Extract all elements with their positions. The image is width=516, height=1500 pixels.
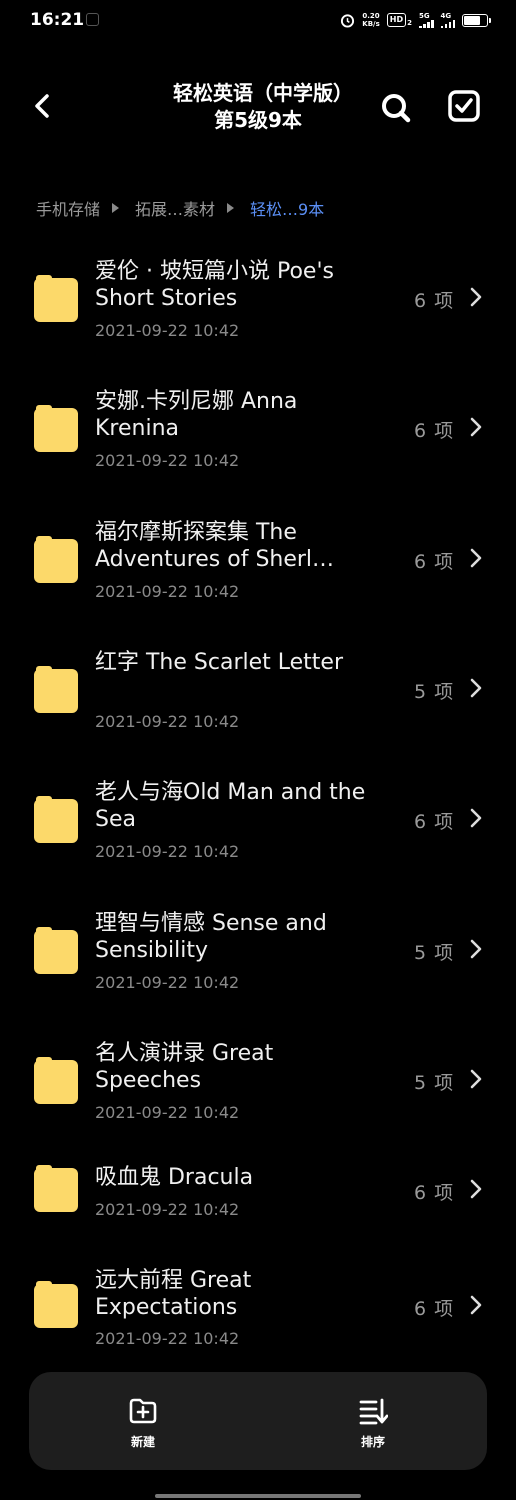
folder-row[interactable]: 远大前程 Great Expectations 2021-09-22 10:42… — [0, 1264, 516, 1376]
breadcrumb-separator-icon — [112, 203, 120, 213]
signal-bars-icon — [419, 20, 434, 28]
breadcrumb-item-current[interactable]: 轻松…9本 — [250, 196, 324, 220]
chevron-right-icon — [470, 417, 482, 437]
chevron-right-icon — [470, 939, 482, 959]
folder-date: 2021-09-22 10:42 — [95, 1103, 240, 1122]
page-title: 轻松英语（中学版）第5级9本 — [173, 81, 343, 132]
folder-icon — [34, 405, 78, 452]
folder-row[interactable]: 理智与情感 Sense and Sensibility 2021-09-22 1… — [0, 900, 516, 1012]
status-bar: 16:21 0.20 KB/s HD 2 5G 4G — [0, 0, 516, 42]
folder-item-count: 6 项 — [414, 1182, 455, 1204]
chevron-right-icon — [470, 1295, 482, 1315]
folder-date: 2021-09-22 10:42 — [95, 1329, 240, 1348]
folder-item-count: 6 项 — [414, 1298, 455, 1320]
signal-bars-icon — [440, 20, 455, 28]
status-time: 16:21 — [30, 10, 85, 30]
folder-row[interactable]: 吸血鬼 Dracula 2021-09-22 10:42 6 项 — [0, 1160, 516, 1250]
folder-row[interactable]: 安娜.卡列尼娜 Anna Krenina 2021-09-22 10:42 6 … — [0, 378, 516, 490]
signal-5g-label: 5G — [419, 12, 430, 20]
folder-item-count: 6 项 — [414, 290, 455, 312]
battery-icon — [462, 13, 491, 27]
breadcrumb-item-expansion[interactable]: 拓展…素材 — [135, 196, 215, 220]
signal-5g: 5G — [419, 12, 434, 28]
folder-date: 2021-09-22 10:42 — [95, 321, 240, 340]
folder-icon — [34, 796, 78, 843]
new-folder-button[interactable]: 新建 — [83, 1372, 203, 1470]
folder-date: 2021-09-22 10:42 — [95, 451, 240, 470]
folder-icon — [34, 666, 78, 713]
folder-date: 2021-09-22 10:42 — [95, 842, 240, 861]
sort-icon — [359, 1398, 388, 1425]
chevron-right-icon — [470, 1179, 482, 1199]
chevron-right-icon — [470, 808, 482, 828]
net-speed-unit: KB/s — [362, 20, 380, 28]
folder-name: 安娜.卡列尼娜 Anna Krenina — [95, 389, 298, 441]
notification-icon — [86, 13, 99, 26]
sort-label: 排序 — [360, 1435, 385, 1449]
hd-badge-text: HD — [386, 13, 407, 27]
folder-date: 2021-09-22 10:42 — [95, 973, 240, 992]
sort-button[interactable]: 排序 — [313, 1372, 433, 1470]
hd-badge: HD 2 — [386, 13, 412, 27]
new-folder-icon — [129, 1398, 157, 1424]
search-icon — [382, 94, 411, 123]
folder-item-count: 6 项 — [414, 420, 455, 442]
checkbox-icon — [448, 90, 480, 122]
folder-item-count: 5 项 — [414, 681, 455, 703]
folder-icon — [34, 1165, 78, 1212]
folder-row[interactable]: 爱伦 · 坡短篇小说 Poe's Short Stories 2021-09-2… — [0, 248, 516, 360]
net-speed: 0.20 KB/s — [362, 12, 379, 28]
folder-row[interactable]: 福尔摩斯探案集 The Adventures of Sherl… 2021-09… — [0, 509, 516, 621]
folder-row[interactable]: 老人与海Old Man and the Sea 2021-09-22 10:42… — [0, 769, 516, 881]
multi-select-button[interactable] — [446, 88, 482, 124]
folder-date: 2021-09-22 10:42 — [95, 582, 240, 601]
breadcrumb-separator-icon — [227, 203, 235, 213]
folder-item-count: 5 项 — [414, 942, 455, 964]
folder-icon — [34, 1281, 78, 1328]
chevron-right-icon — [470, 548, 482, 568]
folder-date: 2021-09-22 10:42 — [95, 1200, 240, 1219]
folder-icon — [34, 1057, 78, 1104]
folder-name: 理智与情感 Sense and Sensibility — [95, 911, 327, 963]
folder-name: 吸血鬼 Dracula — [95, 1165, 254, 1190]
chevron-right-icon — [470, 678, 482, 698]
back-arrow-icon — [35, 94, 49, 118]
search-button[interactable] — [378, 90, 414, 126]
hd-badge-sub: 2 — [407, 19, 412, 27]
folder-name: 老人与海Old Man and the Sea — [95, 780, 366, 832]
net-speed-value: 0.20 — [362, 12, 380, 20]
folder-row[interactable]: 名人演讲录 Great Speeches 2021-09-22 10:42 5 … — [0, 1030, 516, 1142]
folder-item-count: 5 项 — [414, 1072, 455, 1094]
signal-4g: 4G — [440, 12, 455, 28]
folder-row[interactable]: 红字 The Scarlet Letter 2021-09-22 10:42 5… — [0, 639, 516, 751]
new-folder-label: 新建 — [130, 1435, 155, 1449]
folder-date: 2021-09-22 10:42 — [95, 712, 240, 731]
breadcrumb: 手机存储 拓展…素材 轻松…9本 — [36, 196, 324, 220]
folder-name: 远大前程 Great Expectations — [95, 1268, 252, 1320]
status-icons: 0.20 KB/s HD 2 5G 4G — [340, 10, 491, 30]
chevron-right-icon — [470, 1069, 482, 1089]
folder-item-count: 6 项 — [414, 811, 455, 833]
folder-name: 名人演讲录 Great Speeches — [95, 1041, 274, 1093]
folder-name: 红字 The Scarlet Letter — [95, 650, 343, 675]
chevron-right-icon — [470, 287, 482, 307]
file-browser-screen: 16:21 0.20 KB/s HD 2 5G 4G 轻松英语（中学版）第5级9… — [0, 0, 516, 1500]
bottom-action-bar: 新建 排序 — [29, 1372, 487, 1470]
battery-level — [464, 15, 480, 25]
breadcrumb-item-storage[interactable]: 手机存储 — [36, 196, 100, 220]
folder-name: 爱伦 · 坡短篇小说 Poe's Short Stories — [95, 259, 334, 311]
folder-icon — [34, 927, 78, 974]
folder-item-count: 6 项 — [414, 551, 455, 573]
home-indicator[interactable] — [155, 1494, 361, 1498]
folder-icon — [34, 536, 78, 583]
alarm-icon — [341, 13, 355, 28]
signal-4g-label: 4G — [440, 12, 452, 20]
folder-name: 福尔摩斯探案集 The Adventures of Sherl… — [95, 520, 335, 572]
back-button[interactable] — [28, 88, 58, 124]
folder-icon — [34, 275, 78, 322]
